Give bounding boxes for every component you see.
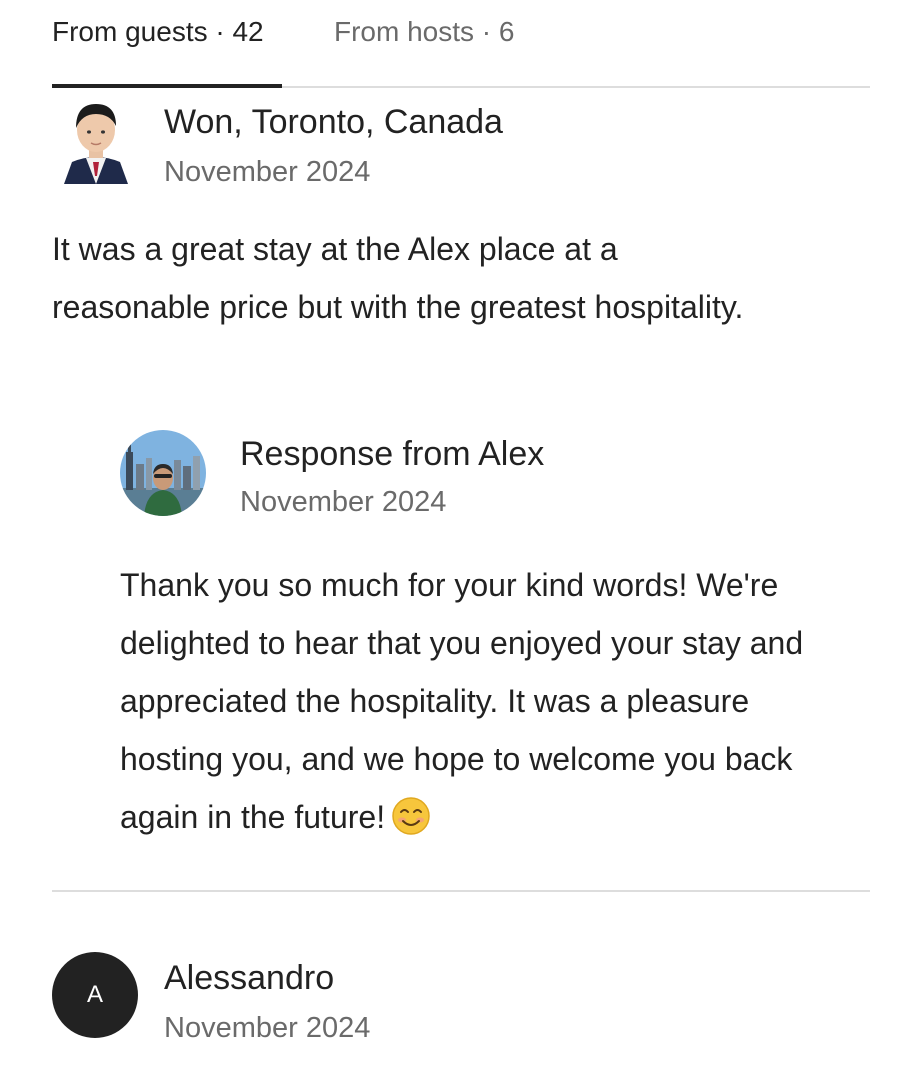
active-tab-indicator	[52, 84, 282, 88]
reviewer-avatar[interactable]	[60, 96, 132, 184]
tab-from-hosts[interactable]: From hosts · 6	[334, 14, 514, 50]
response-title: Response from Alex	[240, 435, 545, 473]
response-date: November 2024	[240, 486, 447, 518]
host-photo-icon	[120, 430, 206, 516]
response-text: Thank you so much for your kind words! W…	[120, 567, 804, 835]
response-text-block: Thank you so much for your kind words! W…	[120, 556, 860, 846]
reviewer-name[interactable]: Alessandro	[164, 958, 334, 998]
host-avatar[interactable]	[120, 430, 206, 516]
review-tabs: From guests · 42 From hosts · 6	[52, 0, 870, 88]
review-date: November 2024	[164, 1012, 371, 1044]
person-portrait-icon	[60, 96, 132, 184]
reviewer-name[interactable]: Won, Toronto, Canada	[164, 102, 503, 142]
tab-from-guests[interactable]: From guests · 42	[52, 14, 264, 50]
review-date: November 2024	[164, 156, 371, 188]
review-text: It was a great stay at the Alex place at…	[52, 231, 744, 325]
reviewer-initial-avatar[interactable]: A	[52, 952, 138, 1038]
review-divider	[52, 890, 870, 892]
smiling-face-icon	[391, 796, 431, 836]
